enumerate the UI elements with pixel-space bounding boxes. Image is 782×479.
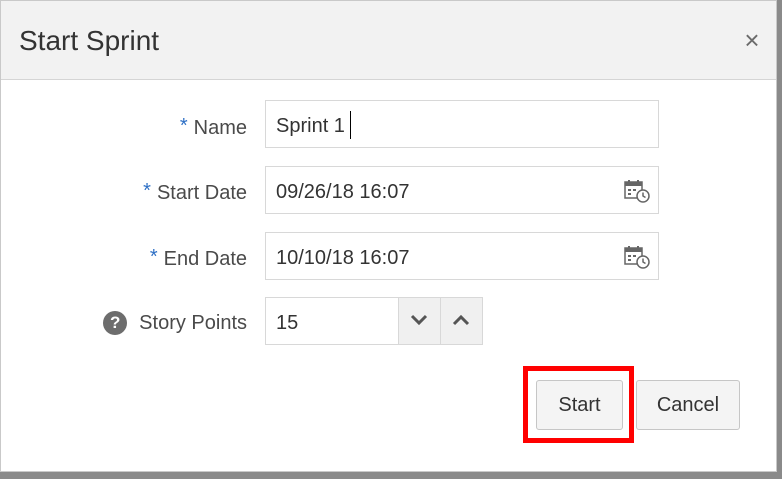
end-date-value: 10/10/18 16:07 bbox=[276, 247, 410, 269]
increment-button[interactable] bbox=[440, 298, 482, 344]
story-points-label-text: Story Points bbox=[139, 312, 247, 334]
required-marker: * bbox=[143, 180, 151, 202]
name-input[interactable]: Sprint 1 bbox=[265, 100, 659, 148]
end-date-input[interactable]: 10/10/18 16:07 bbox=[265, 232, 659, 280]
end-date-label-text: End Date bbox=[163, 248, 247, 270]
dialog-title: Start Sprint bbox=[19, 25, 160, 56]
chevron-up-icon bbox=[452, 314, 470, 326]
close-icon[interactable]: × bbox=[741, 27, 763, 53]
cancel-button[interactable]: Cancel bbox=[636, 380, 740, 430]
name-input-value: Sprint 1 bbox=[276, 115, 345, 137]
name-label: * Name bbox=[180, 115, 247, 140]
start-date-value: 09/26/18 16:07 bbox=[276, 181, 410, 203]
required-marker: * bbox=[149, 246, 158, 268]
name-label-text: Name bbox=[193, 117, 247, 139]
calendar-clock-icon[interactable] bbox=[624, 179, 650, 203]
start-sprint-dialog: Start Sprint × * Name Sprint 1 * Start Dat… bbox=[0, 0, 777, 472]
calendar-clock-icon[interactable] bbox=[624, 245, 650, 269]
start-button[interactable]: Start bbox=[536, 380, 623, 430]
required-marker: * bbox=[179, 115, 188, 137]
text-caret bbox=[350, 111, 351, 139]
story-points-stepper[interactable]: 15 bbox=[265, 297, 483, 345]
help-icon[interactable]: ? bbox=[103, 311, 128, 335]
start-date-label-text: Start Date bbox=[156, 182, 247, 204]
story-points-value: 15 bbox=[276, 312, 299, 334]
chevron-down-icon bbox=[410, 314, 428, 326]
story-points-label: ? Story Points bbox=[103, 311, 247, 335]
end-date-label: * End Date bbox=[150, 246, 247, 271]
start-date-input[interactable]: 09/26/18 16:07 bbox=[265, 166, 659, 214]
dialog-header: Start Sprint × bbox=[1, 1, 776, 80]
start-date-label: * Start Date bbox=[143, 180, 247, 205]
decrement-button[interactable] bbox=[398, 298, 440, 344]
